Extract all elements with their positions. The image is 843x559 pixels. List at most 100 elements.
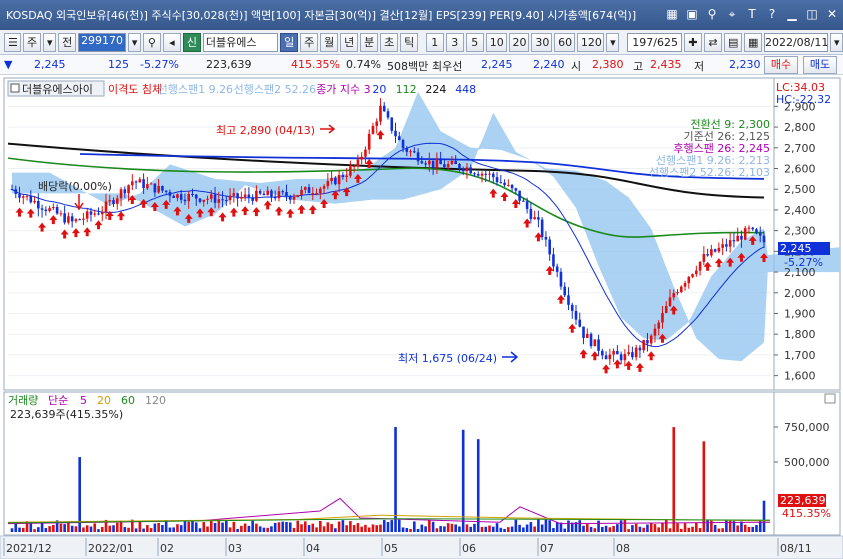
volume-bar <box>134 528 138 532</box>
volume-bar <box>458 526 461 532</box>
period-day[interactable]: 일 <box>280 32 299 52</box>
volume-bar <box>638 526 642 532</box>
volume-bar <box>315 527 318 532</box>
type-dropdown-icon[interactable]: ▾ <box>43 32 57 52</box>
legend-item-6: 224 <box>425 83 446 96</box>
candle-body <box>213 194 217 203</box>
code-dropdown-icon[interactable]: ▾ <box>127 32 141 52</box>
close-icon[interactable]: ✕ <box>825 6 839 22</box>
candle-body <box>300 189 303 196</box>
volume-bar <box>548 520 551 532</box>
pin-icon[interactable]: ⌖ <box>725 6 739 22</box>
chart-area[interactable]: 더블유에스아이 이격도 침체 선행스팬1 9.26 선행스팬2 52.26 종가 지수… <box>0 76 843 559</box>
interval-10[interactable]: 10 <box>485 32 507 52</box>
volume-bar <box>202 522 206 532</box>
save-icon[interactable]: ▤ <box>723 32 742 52</box>
candle-body <box>661 312 664 323</box>
volume-bar <box>112 525 115 532</box>
volume-bar <box>537 519 540 532</box>
candle-body <box>228 195 232 201</box>
open-label: 시 <box>571 60 582 73</box>
x-axis-label: 08/11 <box>780 542 812 555</box>
candle-body <box>514 188 518 191</box>
prev-button[interactable]: 전 <box>58 32 77 52</box>
volume-bar <box>706 519 709 532</box>
trade-amount: 508백만 <box>387 60 429 73</box>
date-field[interactable]: 2022/08/11 <box>763 32 828 52</box>
volume-bar <box>540 524 544 532</box>
volume-ma-item-2: 60 <box>121 394 135 407</box>
candle-body <box>563 286 567 296</box>
interval-60[interactable]: 60 <box>554 32 575 52</box>
period-second[interactable]: 초 <box>380 32 399 52</box>
interval-120[interactable]: 120 <box>576 32 605 52</box>
menu-button[interactable]: ☰ <box>4 32 22 52</box>
volume-bar <box>450 523 454 532</box>
restore-icon[interactable]: ◫ <box>805 6 819 22</box>
interval-30[interactable]: 30 <box>531 32 553 52</box>
volume-bar <box>713 524 717 532</box>
collapse-volume-icon[interactable] <box>824 393 836 404</box>
period-week[interactable]: 주 <box>300 32 319 52</box>
buy-button[interactable]: 매수 <box>764 56 798 74</box>
candle-body <box>352 166 356 168</box>
chart-icon[interactable]: ▣ <box>685 6 699 22</box>
volume-bar <box>751 526 755 532</box>
interval-1[interactable]: 1 <box>425 32 444 52</box>
volume-bar <box>44 528 48 532</box>
legend-checkbox[interactable] <box>10 83 20 93</box>
minimize-icon[interactable]: ▁ <box>785 6 799 22</box>
x-axis-label: 05 <box>384 542 398 555</box>
range-field[interactable]: 197/625 <box>626 32 682 52</box>
volume-bar <box>616 524 619 532</box>
volume-bar <box>631 525 634 532</box>
volume-bar <box>364 524 367 532</box>
volume-bar <box>695 522 698 532</box>
candle-body <box>194 194 198 199</box>
interval-3[interactable]: 3 <box>445 32 464 52</box>
volume-bar <box>747 526 751 532</box>
volume-bar <box>97 529 100 532</box>
candle-body <box>48 208 51 212</box>
volume-tick-label: 500,000 <box>784 456 830 469</box>
crosshair-icon[interactable]: ✚ <box>683 32 702 52</box>
candle-body <box>458 164 461 169</box>
help-icon[interactable]: ? <box>765 6 779 22</box>
price-tick-label: 2,800 <box>784 121 816 134</box>
sell-button[interactable]: 매도 <box>803 56 837 74</box>
chart-svg[interactable]: 더블유에스아이 이격도 침체선행스팬1 9.26 선행스팬2 52.26 종가 지수… <box>0 76 843 559</box>
interval-5[interactable]: 5 <box>465 32 484 52</box>
candle-body <box>555 266 559 272</box>
sound-icon[interactable]: ◂ <box>162 32 181 52</box>
stock-code-input[interactable]: 299170 <box>78 32 126 52</box>
sin-button[interactable]: 신 <box>182 32 201 52</box>
period-year[interactable]: 년 <box>340 32 359 52</box>
compare-icon[interactable]: ⇄ <box>703 32 722 52</box>
candle-body <box>394 130 397 137</box>
calendar-icon[interactable]: ▦ <box>743 32 762 52</box>
candle-body <box>668 297 672 307</box>
volume-bar <box>40 523 44 532</box>
candle-body <box>413 151 416 153</box>
period-minute[interactable]: 분 <box>360 32 379 52</box>
price-tick-label: 2,400 <box>784 204 816 217</box>
date-dropdown-icon[interactable]: ▾ <box>829 32 843 52</box>
volume-bar <box>311 523 315 532</box>
volume-bar <box>18 527 21 532</box>
period-tick[interactable]: 틱 <box>400 32 419 52</box>
link-icon[interactable]: ⚲ <box>705 6 719 22</box>
interval-dropdown-icon[interactable]: ▾ <box>606 32 620 52</box>
period-month[interactable]: 월 <box>320 32 339 52</box>
type-select[interactable]: 주 <box>23 32 42 52</box>
quote-bar: ▼ 2,245 125 -5.27% 223,639 415.35% 0.74%… <box>0 55 843 75</box>
grid-icon[interactable]: ▦ <box>665 6 679 22</box>
search-icon[interactable]: ⚲ <box>142 32 161 52</box>
candle-body <box>74 219 78 222</box>
volume-bar <box>48 526 51 532</box>
volume-bar <box>33 529 36 532</box>
text-icon[interactable]: T <box>745 6 759 22</box>
volume-bar <box>691 526 694 532</box>
candle-body <box>698 261 702 271</box>
interval-20[interactable]: 20 <box>508 32 530 52</box>
candle-body <box>646 339 649 344</box>
